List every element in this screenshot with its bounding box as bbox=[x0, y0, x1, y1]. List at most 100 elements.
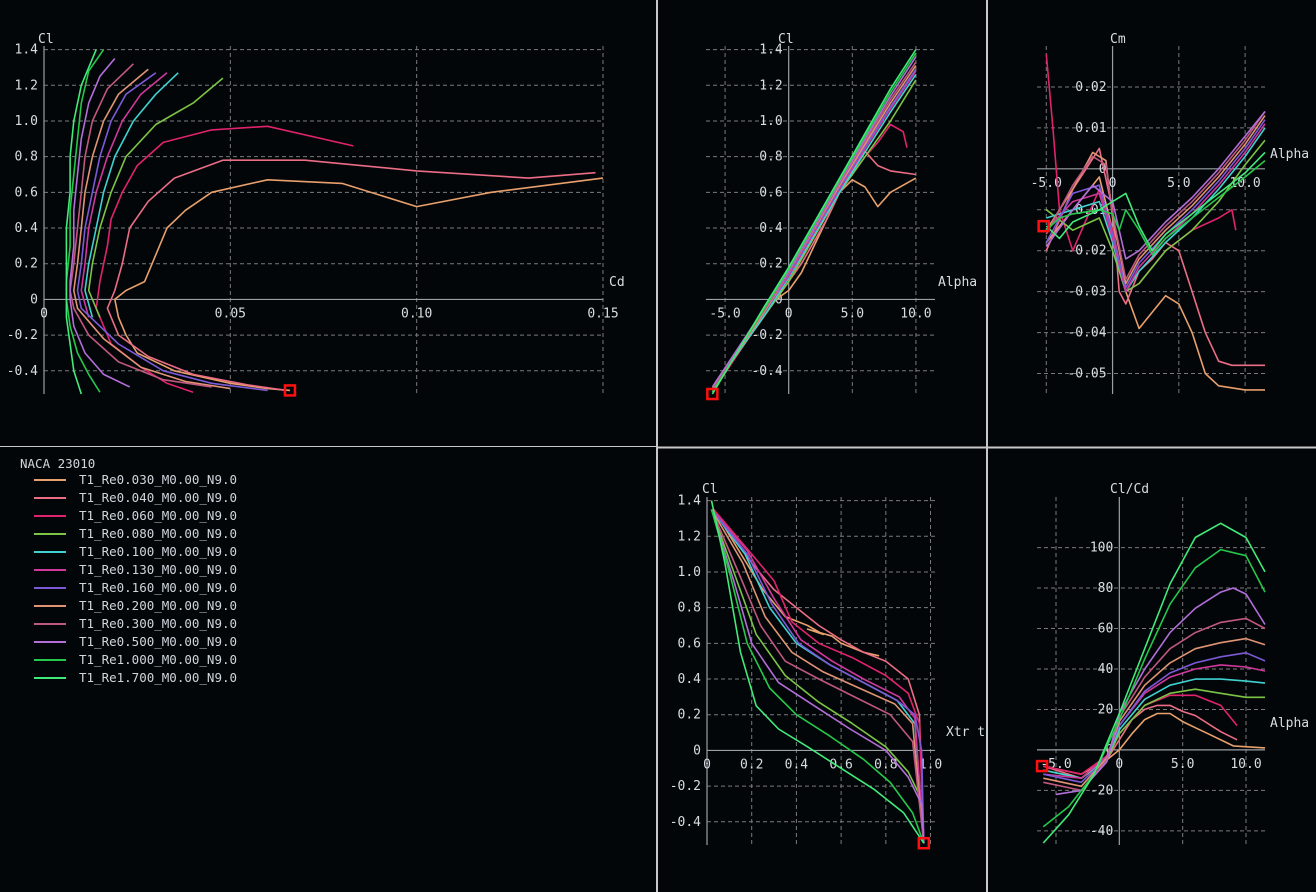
series-line bbox=[1043, 694, 1238, 775]
y-axis-label: Cl bbox=[778, 32, 794, 47]
legend-entry: T1_Re0.060_M0.00_N9.0 bbox=[20, 507, 237, 525]
cl-alpha-chart[interactable]: -5.0 0 5.0 10.0-0.4-0.200.20.40.60.81.01.21… bbox=[706, 32, 977, 401]
legend-entry: T1_Re0.100_M0.00_N9.0 bbox=[20, 543, 237, 561]
y-tick-label: 0.6 bbox=[678, 636, 701, 651]
x-tick-label: 5.0 bbox=[1167, 176, 1190, 191]
legend-label: T1_Re0.060_M0.00_N9.0 bbox=[79, 508, 238, 523]
series-line bbox=[710, 509, 925, 844]
legend-swatch bbox=[34, 623, 66, 625]
y-tick-label: 1.0 bbox=[15, 114, 38, 129]
legend-entry: T1_Re1.000_M0.00_N9.0 bbox=[20, 651, 237, 669]
y-tick-label: 0.02 bbox=[1075, 80, 1106, 95]
y-tick-label: -0.2 bbox=[751, 328, 782, 343]
x-tick-label: 5.0 bbox=[841, 306, 864, 321]
x-tick-label: 10.0 bbox=[900, 306, 931, 321]
legend-entry: T1_Re0.040_M0.00_N9.0 bbox=[20, 489, 237, 507]
plots-canvas: 0 0.05 0.10 0.15 -0.4 -0.2 0 0.2 0.4 0.6 0.8 1.0 1.2… bbox=[0, 0, 1316, 892]
y-tick-label: 0.4 bbox=[15, 221, 39, 236]
legend-swatch bbox=[34, 605, 66, 607]
legend-entry: T1_Re0.500_M0.00_N9.0 bbox=[20, 633, 237, 651]
legend-label: T1_Re0.130_M0.00_N9.0 bbox=[79, 562, 238, 577]
x-tick-label: 0 bbox=[40, 306, 48, 321]
series-line bbox=[76, 72, 268, 392]
y-tick-label: 0.8 bbox=[759, 150, 782, 165]
y-tick-label: -0.2 bbox=[670, 779, 701, 794]
cm-alpha-chart[interactable]: -5.0 0 5.0 10.0-0.05-0.04-0.03-0.02-0.0100.… bbox=[1031, 32, 1310, 394]
y-tick-label: -0.03 bbox=[1067, 285, 1106, 300]
series-line bbox=[710, 509, 925, 844]
series-line bbox=[710, 509, 925, 844]
y-tick-label: -0.4 bbox=[670, 815, 701, 830]
legend-entry: T1_Re0.030_M0.00_N9.0 bbox=[20, 471, 237, 489]
clcd-alpha-chart[interactable]: -5.0 0 5.0 10.0-40-20020406080100AlphaCl/Cd bbox=[1035, 482, 1309, 845]
legend-label: T1_Re1.000_M0.00_N9.0 bbox=[79, 652, 238, 667]
x-tick-label: 10.0 bbox=[1230, 757, 1261, 772]
y-tick-label: 1.2 bbox=[15, 78, 38, 93]
legend-entry: T1_Re1.700_M0.00_N9.0 bbox=[20, 669, 237, 687]
y-tick-label: 1.0 bbox=[678, 565, 701, 580]
legend: NACA 23010 T1_Re0.030_M0.00_N9.0 T1_Re0.0… bbox=[20, 455, 237, 687]
y-tick-label: 0.2 bbox=[678, 708, 701, 723]
y-tick-label: -0.05 bbox=[1067, 367, 1106, 382]
legend-swatch bbox=[34, 659, 66, 661]
legend-entry: T1_Re0.200_M0.00_N9.0 bbox=[20, 597, 237, 615]
x-tick-label: 5.0 bbox=[1171, 757, 1194, 772]
legend-entry: T1_Re0.080_M0.00_N9.0 bbox=[20, 525, 237, 543]
series-line bbox=[1043, 704, 1238, 779]
legend-label: T1_Re1.700_M0.00_N9.0 bbox=[79, 670, 238, 685]
series-line bbox=[711, 150, 917, 391]
legend-swatch bbox=[34, 641, 66, 643]
legend-label: T1_Re0.030_M0.00_N9.0 bbox=[79, 472, 238, 487]
legend-swatch bbox=[34, 587, 66, 589]
y-tick-label: 1.4 bbox=[15, 43, 39, 58]
legend-label: T1_Re0.500_M0.00_N9.0 bbox=[79, 634, 238, 649]
y-tick-label: 0.8 bbox=[678, 601, 701, 616]
legend-title: NACA 23010 bbox=[20, 456, 96, 471]
series-line bbox=[84, 72, 179, 318]
x-tick-label: 0.2 bbox=[740, 757, 763, 772]
y-axis-label: Cm bbox=[1110, 32, 1126, 47]
y-tick-label: 0.4 bbox=[759, 221, 783, 236]
y-tick-label: 0.2 bbox=[759, 257, 782, 272]
x-tick-label: 0.15 bbox=[587, 306, 618, 321]
y-tick-label: 40 bbox=[1098, 662, 1114, 677]
series-line bbox=[711, 177, 917, 391]
series-line bbox=[1042, 522, 1266, 844]
y-tick-label: -0.4 bbox=[751, 364, 782, 379]
y-tick-label: 20 bbox=[1098, 702, 1114, 717]
legend-swatch bbox=[34, 515, 66, 517]
x-axis-label: Alpha bbox=[938, 275, 977, 290]
x-axis-label: Cd bbox=[609, 275, 625, 290]
cl-xtr-chart[interactable]: 0 0.2 0.4 0.6 0.8 1.0-0.4-0.200.20.40.60.81.0… bbox=[670, 482, 985, 850]
x-tick-label: 0.6 bbox=[829, 757, 852, 772]
x-axis-label: Alpha bbox=[1270, 716, 1309, 731]
x-tick-label: -5.0 bbox=[709, 306, 740, 321]
series-line bbox=[73, 68, 231, 390]
legend-label: T1_Re0.160_M0.00_N9.0 bbox=[79, 580, 238, 595]
series-line bbox=[710, 509, 925, 844]
selection-marker bbox=[706, 387, 719, 401]
y-tick-label: -20 bbox=[1090, 783, 1113, 798]
polar-chart[interactable]: 0 0.05 0.10 0.15-0.4-0.200.20.40.60.81.01.2… bbox=[7, 32, 625, 397]
series-line bbox=[710, 509, 925, 844]
y-tick-label: -0.04 bbox=[1067, 326, 1106, 341]
legend-label: T1_Re0.100_M0.00_N9.0 bbox=[79, 544, 238, 559]
y-tick-label: -40 bbox=[1090, 824, 1113, 839]
y-tick-label: 0 bbox=[30, 292, 38, 307]
legend-label: T1_Re0.080_M0.00_N9.0 bbox=[79, 526, 238, 541]
y-axis-label: Cl/Cd bbox=[1110, 482, 1149, 497]
y-tick-label: 80 bbox=[1098, 581, 1114, 596]
legend-label: T1_Re0.200_M0.00_N9.0 bbox=[79, 598, 238, 613]
legend-entry: T1_Re0.160_M0.00_N9.0 bbox=[20, 579, 237, 597]
series-line bbox=[95, 125, 354, 393]
x-tick-label: 0.10 bbox=[401, 306, 432, 321]
y-tick-label: 0.6 bbox=[15, 185, 38, 200]
legend-label: T1_Re0.040_M0.00_N9.0 bbox=[79, 490, 238, 505]
y-axis-label: Cl bbox=[38, 32, 54, 47]
y-axis-label: Cl bbox=[702, 482, 718, 497]
legend-swatch bbox=[34, 551, 66, 553]
series-line bbox=[710, 509, 925, 844]
x-tick-label: 0.05 bbox=[215, 306, 246, 321]
y-tick-label: 0.6 bbox=[759, 185, 782, 200]
legend-swatch bbox=[34, 677, 66, 679]
